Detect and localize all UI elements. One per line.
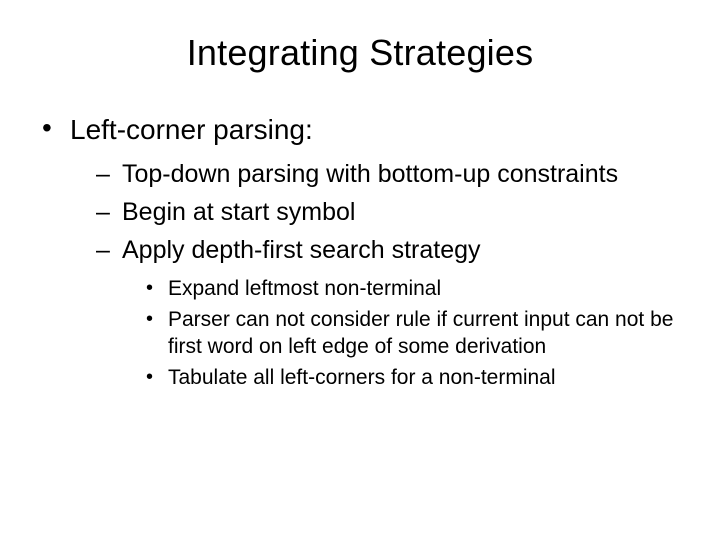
list-item: Top-down parsing with bottom-up constrai… [96, 158, 684, 190]
list-item-text: Top-down parsing with bottom-up constrai… [122, 160, 618, 188]
list-item: Begin at start symbol [96, 196, 684, 228]
list-item-text: Left-corner parsing: [70, 114, 313, 145]
slide: Integrating Strategies Left-corner parsi… [0, 0, 720, 540]
list-item: Apply depth-first search strategy Expand… [96, 234, 684, 392]
list-item: Tabulate all left-corners for a non-term… [146, 365, 684, 392]
list-item-text: Parser can not consider rule if current … [168, 308, 673, 358]
bullet-list-level2: Top-down parsing with bottom-up constrai… [96, 158, 684, 392]
list-item: Left-corner parsing: Top-down parsing wi… [42, 114, 684, 392]
bullet-list-level1: Left-corner parsing: Top-down parsing wi… [42, 114, 684, 392]
list-item-text: Begin at start symbol [122, 198, 355, 226]
list-item-text: Tabulate all left-corners for a non-term… [168, 366, 556, 389]
slide-title: Integrating Strategies [36, 32, 684, 74]
bullet-list-level3: Expand leftmost non-terminal Parser can … [146, 276, 684, 392]
list-item: Parser can not consider rule if current … [146, 307, 684, 361]
list-item-text: Expand leftmost non-terminal [168, 277, 441, 300]
list-item-text: Apply depth-first search strategy [122, 236, 481, 264]
list-item: Expand leftmost non-terminal [146, 276, 684, 303]
